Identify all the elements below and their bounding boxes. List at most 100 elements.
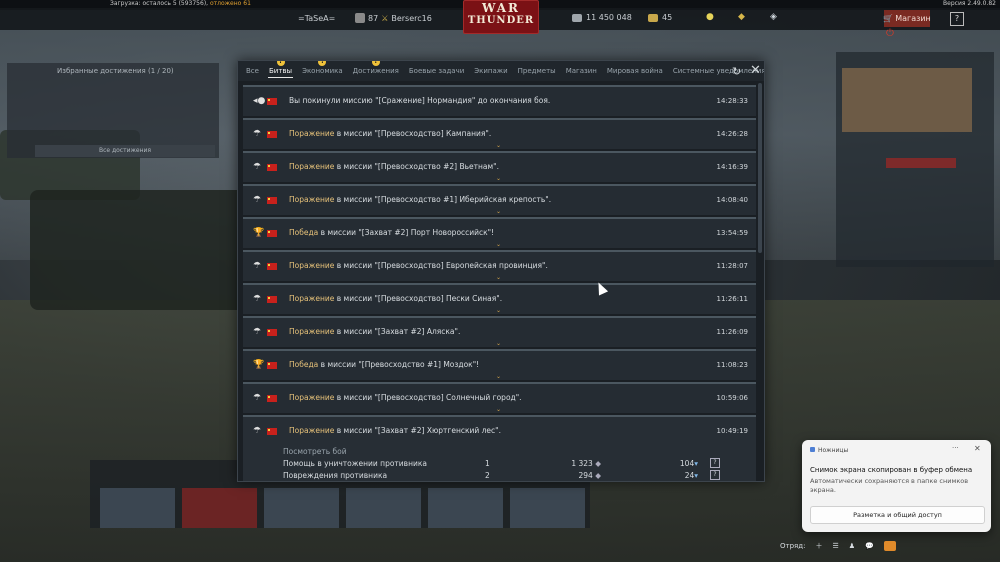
notification-row[interactable]: ◂● Вы покинули миссию "[Сражение] Норманд… [243,85,756,116]
scrollbar-thumb[interactable] [758,83,762,253]
stat-count: 1 [485,459,490,468]
expand-chevron-icon[interactable]: ⌄ [496,373,501,380]
all-achievements-button[interactable]: Все достижения [35,145,215,157]
markup-share-button[interactable]: Разметка и общий доступ [810,506,985,524]
notification-row[interactable]: 🏆 Победа в миссии "[Захват #2] Порт Новор… [243,217,756,248]
logo-line-1: WAR [482,1,520,15]
notification-row[interactable]: ☂ Поражение в миссии "[Превосходство #2] … [243,151,756,182]
tab-2[interactable]: Экономика! [297,61,348,81]
notification-message: в миссии "[Превосходство] Солнечный горо… [334,393,522,402]
expand-chevron-icon[interactable]: ⌄ [496,241,501,248]
more-options-icon[interactable]: ··· [952,444,959,452]
stat-label: Помощь в уничтожении противника [283,459,427,468]
notification-message: в миссии "[Превосходство] Кампания". [334,129,492,138]
tab-label: Экипажи [474,67,508,75]
battle-result: Поражение [289,327,335,336]
notification-row[interactable]: ☂ Поражение в миссии "[Превосходство #1] … [243,184,756,215]
help-button[interactable]: ? [950,12,964,26]
coupon-icon[interactable]: ◈ [770,12,777,22]
tab-3[interactable]: Достижения! [348,61,404,81]
expand-chevron-icon[interactable]: ⌄ [496,175,501,182]
info-button[interactable]: ? [710,470,720,480]
toast-title: Снимок экрана скопирован в буфер обмена [810,466,973,474]
notification-text: Поражение в миссии "[Превосходство] Солн… [289,393,522,402]
mail-icon[interactable] [883,541,896,551]
vehicle-card[interactable] [510,488,585,528]
notification-message: в миссии "[Превосходство] Пески Синая". [334,294,503,303]
scrollbar[interactable] [758,83,762,478]
stat-silver: 294 ◆ [545,471,602,480]
stat-research: 104▾ [648,459,698,468]
tab-1[interactable]: Битвы! [264,61,297,81]
parachute-icon: ☂ [253,294,262,304]
close-icon[interactable]: ✕ [750,63,761,78]
chat-icon[interactable]: 💬 [865,542,874,550]
add-squad-icon[interactable]: ＋ [815,541,822,551]
tab-badge: ! [371,61,380,66]
notification-message: в миссии "[Превосходство] Европейская пр… [334,261,548,270]
expand-chevron-icon[interactable]: ⌄ [496,406,501,413]
favorite-achievements-panel: Избранные достижения (1 / 20) Все достиж… [7,63,219,158]
expand-chevron-icon[interactable]: ⌄ [496,208,501,215]
china-flag-icon [267,197,277,204]
expand-chevron-icon[interactable]: ⌄ [496,307,501,314]
tab-0[interactable]: Все [241,61,264,81]
tab-4[interactable]: Боевые задачи [404,61,469,81]
notification-time: 11:26:11 [716,295,748,303]
parachute-icon: ☂ [253,261,262,271]
toast-description: Автоматически сохраняются в папке снимко… [810,477,969,494]
contacts-icon[interactable]: ♟ [849,542,855,550]
view-battle-link[interactable]: Посмотреть бой [283,447,347,456]
refresh-icon[interactable]: ↻ [732,65,741,78]
tab-badge: ! [318,61,327,66]
notification-row[interactable]: ☂ Поражение в миссии "[Превосходство] Пес… [243,283,756,314]
silver-lions-icon: ◆ [595,459,601,468]
toast-close-icon[interactable]: ✕ [974,444,981,453]
vehicle-card[interactable] [182,488,257,528]
battle-pass-icon[interactable]: ◆ [738,12,745,22]
research-points-icon: ▾ [694,471,698,480]
parachute-icon: ☂ [253,393,262,403]
vehicle-card[interactable] [100,488,175,528]
notification-row[interactable]: ☂ Поражение в миссии "[Захват #2] Хюртген… [243,415,756,481]
leave-icon: ◂● [253,96,266,106]
stat-rp-value: 104 [679,459,695,468]
tab-8[interactable]: Мировая война [602,61,668,81]
silver-balance[interactable]: 11 450 048 [572,13,632,22]
china-flag-icon [267,362,277,369]
avatar[interactable] [355,13,365,23]
notification-row[interactable]: ☂ Поражение в миссии "[Превосходство] Кам… [243,118,756,149]
gold-balance[interactable]: 45 [648,13,672,22]
notification-row[interactable]: ☂ Поражение в миссии "[Превосходство] Сол… [243,382,756,413]
notification-row[interactable]: ☂ Поражение в миссии "[Захват #2] Аляска"… [243,316,756,347]
battle-result: Поражение [289,393,335,402]
china-flag-icon [267,428,277,435]
lightbulb-icon[interactable]: ● [706,12,714,22]
power-icon[interactable]: ⏻ [886,28,894,39]
expand-chevron-icon[interactable]: ⌄ [496,274,501,281]
player-profile[interactable]: 87 ⚔ Berserc16 [355,13,432,23]
bottom-bar: Отряд: ＋ ☰ ♟ 💬 [780,536,1000,556]
right-side-panel [836,52,994,267]
notification-list: ◂● Вы покинули миссию "[Сражение] Норманд… [243,85,756,481]
tab-5[interactable]: Экипажи [469,61,512,81]
notification-time: 14:08:40 [716,196,748,204]
battle-result: Победа [289,360,319,369]
download-status: Загрузка: осталось 5 (593756), отложено … [110,0,251,8]
vehicle-card[interactable] [428,488,503,528]
notification-row[interactable]: 🏆 Победа в миссии "[Превосходство #1] Моз… [243,349,756,380]
tab-7[interactable]: Магазин [561,61,602,81]
battle-result: Победа [289,228,319,237]
expand-chevron-icon[interactable]: ⌄ [496,142,501,149]
event-image[interactable] [842,68,972,132]
notification-text: Вы покинули миссию "[Сражение] Нормандия… [289,96,550,105]
shop-button[interactable]: 🛒 Магазин [883,10,931,27]
clan-tag[interactable]: =TaSeA= [298,14,335,23]
notification-row[interactable]: ☂ Поражение в миссии "[Превосходство] Евр… [243,250,756,281]
vehicle-card[interactable] [346,488,421,528]
expand-chevron-icon[interactable]: ⌄ [496,340,501,347]
info-button[interactable]: ? [710,458,720,468]
list-icon[interactable]: ☰ [832,542,838,550]
tab-6[interactable]: Предметы [513,61,561,81]
vehicle-card[interactable] [264,488,339,528]
